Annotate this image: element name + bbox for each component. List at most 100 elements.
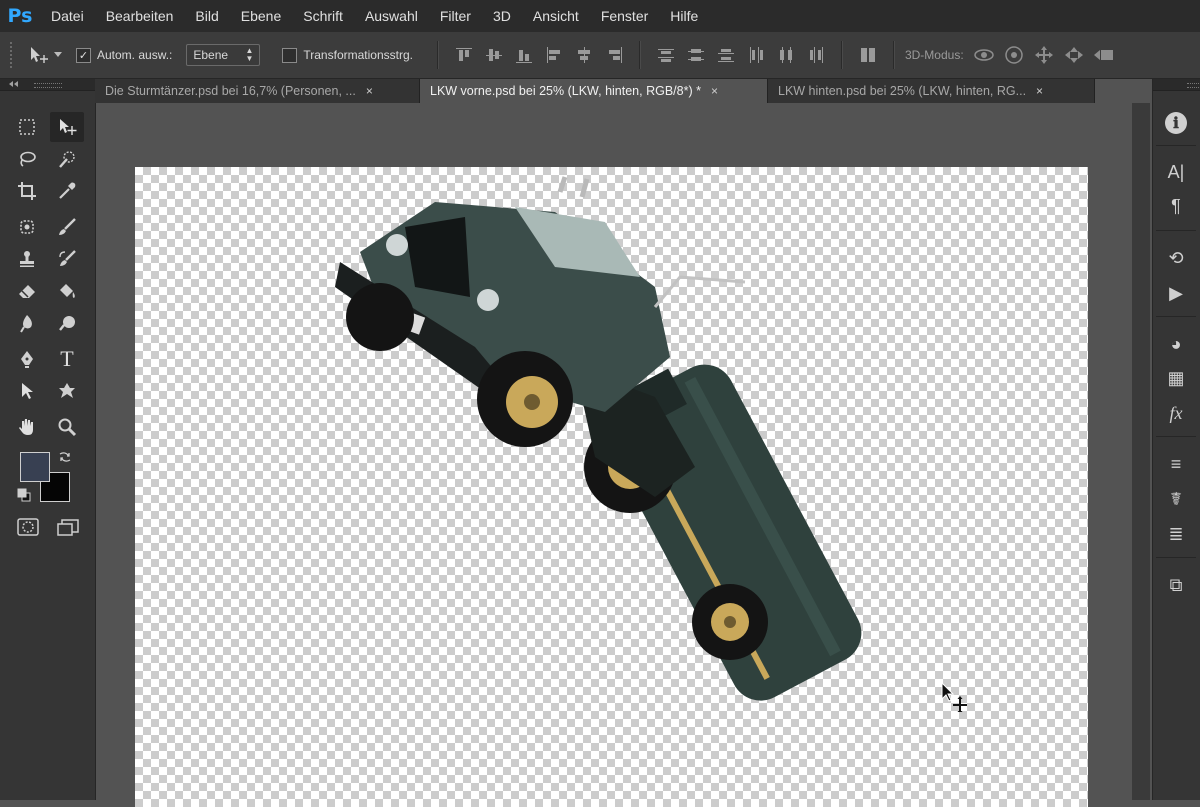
auto-select-checkbox[interactable]: ✓ <box>76 47 91 63</box>
tool-blur[interactable] <box>10 308 44 338</box>
tool-spot-heal[interactable] <box>10 212 44 242</box>
panel-color[interactable]: ◕ <box>1152 328 1200 360</box>
transform-controls-checkbox[interactable] <box>282 47 298 63</box>
distribute-vcenter-icon[interactable] <box>687 46 705 64</box>
panel-separator <box>1156 557 1196 558</box>
tool-lasso[interactable] <box>10 144 44 174</box>
collapse-icon[interactable] <box>8 80 20 88</box>
tool-eraser[interactable] <box>10 276 44 306</box>
menu-datei[interactable]: Datei <box>40 0 95 32</box>
eyedropper-icon <box>59 182 76 199</box>
screen-mode-icon[interactable] <box>56 518 80 538</box>
tool-eyedropper[interactable] <box>50 176 84 206</box>
3d-slide-icon[interactable] <box>1062 45 1086 65</box>
align-top-icon[interactable] <box>455 46 473 64</box>
tool-preset-picker[interactable] <box>28 45 62 65</box>
tool-type[interactable]: T <box>50 344 84 374</box>
panel-character[interactable]: A| <box>1152 156 1200 188</box>
panel-info[interactable]: ℹ <box>1152 107 1200 139</box>
auto-select-target-value: Ebene <box>193 48 229 62</box>
tool-history-brush[interactable] <box>50 244 84 274</box>
truck-rear-wheel <box>692 584 768 660</box>
quick-mask-icon[interactable] <box>17 518 39 536</box>
panel-actions[interactable]: ▶ <box>1152 277 1200 309</box>
brush-presets-icon: ☤ <box>1169 488 1183 509</box>
panel-history[interactable]: ⟲ <box>1152 242 1200 274</box>
menu-3d[interactable]: 3D <box>482 0 522 32</box>
distribute-left-icon[interactable] <box>747 46 765 64</box>
tool-dodge[interactable] <box>50 308 84 338</box>
tool-brush[interactable] <box>50 212 84 242</box>
menu-hilfe[interactable]: Hilfe <box>659 0 709 32</box>
menu-bearbeiten[interactable]: Bearbeiten <box>95 0 185 32</box>
swatches-icon: ▦ <box>1167 367 1185 388</box>
panel-paragraph[interactable]: ¶ <box>1152 190 1200 222</box>
chevron-down-icon <box>54 52 62 57</box>
tool-move[interactable] <box>50 112 84 142</box>
panel-3d[interactable]: ⧉ <box>1152 569 1200 601</box>
align-hcenter-icon[interactable] <box>575 46 593 64</box>
tool-crop[interactable] <box>10 176 44 206</box>
menu-filter[interactable]: Filter <box>429 0 482 32</box>
distribute-right-icon[interactable] <box>807 46 825 64</box>
vertical-scrollbar[interactable] <box>1132 103 1150 800</box>
tool-shape[interactable] <box>50 376 84 406</box>
distribute-bottom-icon[interactable] <box>717 46 735 64</box>
tool-paint-bucket[interactable] <box>50 276 84 306</box>
close-icon[interactable]: × <box>366 84 373 98</box>
align-bottom-icon[interactable] <box>515 46 533 64</box>
align-right-icon[interactable] <box>605 46 623 64</box>
panel-adjustments[interactable]: ≡ <box>1152 448 1200 480</box>
tool-stamp[interactable] <box>10 244 44 274</box>
menu-schrift[interactable]: Schrift <box>292 0 354 32</box>
distribute-top-icon[interactable] <box>657 46 675 64</box>
panel-dock-header[interactable] <box>1153 79 1200 91</box>
menu-fenster[interactable]: Fenster <box>590 0 659 32</box>
tab-sturmtaenzer[interactable]: Die Sturmtänzer.psd bei 16,7% (Personen,… <box>95 79 420 103</box>
auto-select-label: Autom. ausw.: <box>97 48 173 62</box>
panel-styles[interactable]: fx <box>1152 397 1200 429</box>
history-icon: ⟲ <box>1168 247 1184 268</box>
menu-bild[interactable]: Bild <box>184 0 229 32</box>
tool-marquee[interactable] <box>10 112 44 142</box>
path-select-icon <box>22 383 33 399</box>
options-grip[interactable] <box>10 42 16 68</box>
3d-roll-icon[interactable] <box>1002 45 1026 65</box>
tool-hand[interactable] <box>10 412 44 442</box>
3d-scale-icon[interactable] <box>1092 45 1116 65</box>
menu-ansicht[interactable]: Ansicht <box>522 0 590 32</box>
panel-swatches[interactable]: ▦ <box>1152 362 1200 394</box>
menu-auswahl[interactable]: Auswahl <box>354 0 429 32</box>
distribute-hcenter-icon[interactable] <box>777 46 795 64</box>
tab-lkw-vorne[interactable]: LKW vorne.psd bei 25% (LKW, hinten, RGB/… <box>420 79 768 103</box>
align-left-icon[interactable] <box>545 46 563 64</box>
menu-ebene[interactable]: Ebene <box>230 0 292 32</box>
foreground-color-swatch[interactable] <box>20 452 50 482</box>
tab-lkw-hinten[interactable]: LKW hinten.psd bei 25% (LKW, hinten, RG.… <box>768 79 1095 103</box>
tool-pen[interactable] <box>10 344 44 374</box>
auto-select-target-dropdown[interactable]: Ebene ▲ ▼ <box>186 44 261 66</box>
stamp-icon <box>20 251 34 267</box>
close-icon[interactable]: × <box>1036 84 1043 98</box>
dodge-icon <box>59 316 75 331</box>
move-cursor-icon <box>941 682 967 712</box>
truck-front-wheel <box>346 283 414 351</box>
auto-align-icon[interactable] <box>859 46 877 64</box>
3d-orbit-icon[interactable] <box>972 45 996 65</box>
move-icon <box>60 119 77 135</box>
3d-icon: ⧉ <box>1169 574 1183 595</box>
default-colors-icon[interactable] <box>17 488 31 502</box>
marquee-icon <box>19 119 35 135</box>
lasso-icon <box>20 151 36 167</box>
panel-layers[interactable]: ≣ <box>1152 518 1200 550</box>
align-vcenter-icon[interactable] <box>485 46 503 64</box>
tool-zoom[interactable] <box>50 412 84 442</box>
tool-quick-select[interactable] <box>50 144 84 174</box>
actions-icon: ▶ <box>1169 282 1183 303</box>
3d-pan-icon[interactable] <box>1032 45 1056 65</box>
tool-path-select[interactable] <box>10 376 44 406</box>
document-canvas[interactable] <box>135 167 1088 807</box>
panel-brush-presets[interactable]: ☤ <box>1152 483 1200 515</box>
swap-colors-icon[interactable] <box>58 450 72 464</box>
close-icon[interactable]: × <box>711 84 718 98</box>
